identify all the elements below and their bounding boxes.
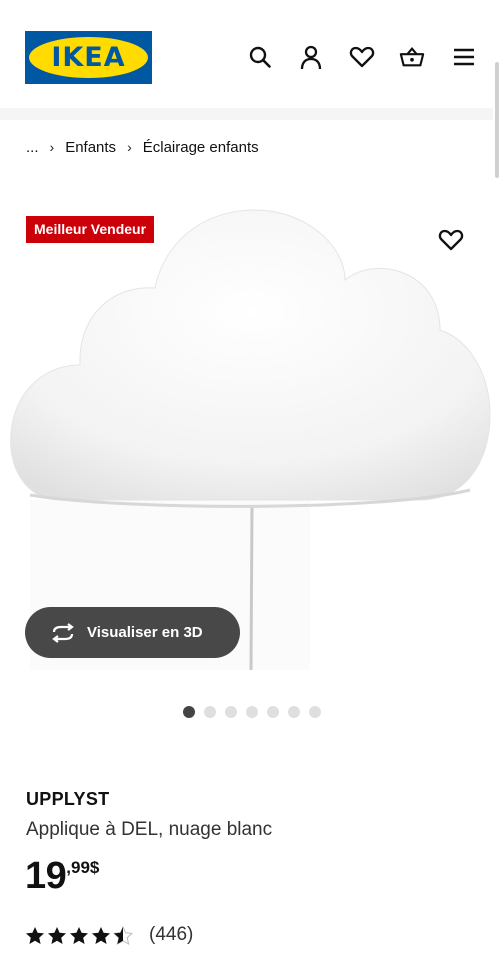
star-icon	[92, 926, 110, 944]
carousel-dot[interactable]	[246, 706, 258, 718]
price-integer: 19	[25, 855, 67, 897]
carousel-dot[interactable]	[183, 706, 195, 718]
breadcrumb-ellipsis[interactable]: ...	[26, 139, 39, 156]
search-icon[interactable]	[247, 44, 273, 70]
breadcrumb: ... › Enfants › Éclairage enfants	[26, 136, 259, 158]
menu-icon[interactable]	[451, 44, 477, 70]
view-3d-button[interactable]: Visualiser en 3D	[25, 607, 240, 658]
carousel-dot[interactable]	[225, 706, 237, 718]
carousel-dot[interactable]	[288, 706, 300, 718]
header: IKEA	[0, 0, 503, 108]
price-decimal: ,99$	[66, 858, 100, 877]
breadcrumb-item-enfants[interactable]: Enfants	[65, 139, 116, 156]
ikea-logo[interactable]: IKEA	[25, 31, 152, 84]
heart-icon[interactable]	[349, 44, 375, 70]
best-seller-badge: Meilleur Vendeur	[26, 216, 155, 243]
review-count[interactable]: (446)	[149, 924, 193, 946]
header-divider	[0, 108, 493, 120]
power-cord	[249, 504, 254, 671]
logo-text: IKEA	[51, 42, 126, 73]
chevron-right-icon: ›	[127, 139, 132, 155]
view-3d-label: Visualiser en 3D	[87, 624, 203, 641]
carousel-indicator	[183, 706, 321, 718]
product-rating[interactable]: (446)	[25, 922, 193, 948]
star-icon	[26, 926, 44, 944]
rotate-3d-icon	[49, 622, 77, 643]
chevron-right-icon: ›	[49, 139, 55, 155]
carousel-dot[interactable]	[309, 706, 321, 718]
cart-icon[interactable]	[399, 44, 425, 70]
half-star-icon	[113, 925, 133, 945]
product-price: 19 ,99$	[25, 853, 99, 899]
product-description: Applique à DEL, nuage blanc	[26, 819, 273, 840]
star-icon	[70, 926, 88, 944]
product-name: UPPLYST	[26, 789, 110, 809]
carousel-dot[interactable]	[204, 706, 216, 718]
favorite-heart-icon[interactable]	[438, 228, 464, 252]
cloud-lamp	[10, 209, 491, 501]
star-icon	[48, 926, 66, 944]
scrollbar[interactable]	[495, 62, 499, 178]
rating-stars	[25, 925, 133, 945]
breadcrumb-item-eclairage-enfants[interactable]: Éclairage enfants	[143, 139, 259, 156]
carousel-dot[interactable]	[267, 706, 279, 718]
account-icon[interactable]	[298, 44, 324, 70]
